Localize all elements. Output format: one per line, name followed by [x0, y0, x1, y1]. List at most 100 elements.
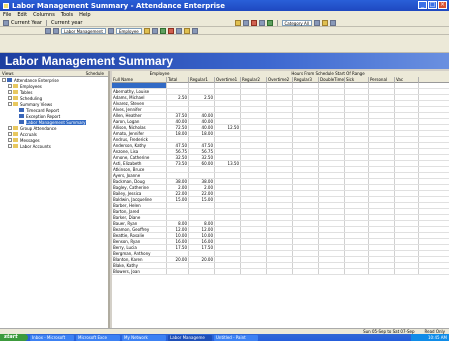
expand-toggle-icon[interactable]	[8, 84, 12, 88]
hours-cell	[293, 125, 319, 130]
menu-help[interactable]: Help	[79, 12, 90, 18]
system-tray-clock: 10:45 AM	[411, 334, 449, 341]
employee-name-cell: Bauer, Ryan	[112, 221, 167, 226]
approve-icon[interactable]	[159, 27, 166, 34]
schedule-icon[interactable]	[151, 27, 158, 34]
hours-cell: 13.50	[215, 161, 241, 166]
hours-cell	[395, 149, 419, 154]
toolbar-separator	[45, 19, 47, 26]
taskbar-item[interactable]: Microsoft Exce	[76, 334, 120, 341]
prev-record-icon[interactable]	[53, 27, 59, 34]
tree-header-dropdown[interactable]: Schedule	[86, 71, 104, 76]
menu-edit[interactable]: Edit	[17, 12, 27, 18]
employee-dropdown[interactable]: Employee	[115, 27, 142, 34]
hours-cell	[241, 95, 267, 100]
search-icon[interactable]	[175, 27, 182, 34]
employee-name-cell: Adams, Michael	[112, 95, 167, 100]
next-record-icon[interactable]	[107, 27, 114, 34]
expand-toggle-icon[interactable]	[8, 138, 12, 142]
expand-toggle-icon[interactable]	[8, 102, 12, 106]
copy-icon[interactable]	[258, 19, 265, 26]
hours-cell	[215, 269, 241, 274]
note-icon[interactable]	[183, 27, 190, 34]
menu-file[interactable]: File	[3, 12, 11, 18]
taskbar-item[interactable]: Untitled - Paint	[214, 334, 258, 341]
sort-icon[interactable]	[322, 19, 329, 26]
taskbar: start Inbox - Microsoft Microsoft Exce M…	[0, 334, 449, 341]
menu-tools[interactable]: Tools	[61, 12, 73, 18]
hours-cell: 47.50	[167, 143, 189, 148]
period-label[interactable]: Current year	[51, 20, 83, 26]
reject-icon[interactable]	[167, 27, 174, 34]
hours-cell	[293, 119, 319, 124]
hours-cell	[267, 89, 293, 94]
folder-icon	[13, 126, 18, 130]
help-icon[interactable]	[330, 19, 337, 26]
expand-toggle-icon[interactable]	[8, 96, 12, 100]
expand-toggle-icon[interactable]	[8, 144, 12, 148]
refresh-icon[interactable]	[266, 19, 273, 26]
view-label[interactable]: Current Year	[11, 20, 42, 26]
print-icon[interactable]	[234, 19, 241, 26]
hours-cell	[215, 203, 241, 208]
calendar-icon[interactable]	[143, 27, 150, 34]
hours-cell	[345, 131, 369, 136]
hours-cell	[395, 131, 419, 136]
hours-cell	[241, 131, 267, 136]
delete-icon[interactable]	[250, 19, 257, 26]
hours-cell	[267, 203, 293, 208]
first-record-icon[interactable]	[45, 27, 51, 34]
hours-cell	[241, 191, 267, 196]
expand-toggle-icon[interactable]	[8, 132, 12, 136]
hours-cell	[267, 161, 293, 166]
maximize-button[interactable]: □	[428, 1, 437, 9]
expand-toggle-icon[interactable]	[2, 78, 6, 82]
close-button[interactable]: ×	[438, 1, 447, 9]
export-icon[interactable]	[191, 27, 198, 34]
filter-icon[interactable]	[314, 19, 321, 26]
hours-cell	[395, 263, 419, 268]
hours-cell: 60.00	[189, 161, 215, 166]
taskbar-item-active[interactable]: Labor Manageme	[168, 334, 212, 341]
expand-toggle-icon[interactable]	[8, 90, 12, 94]
minimize-button[interactable]: _	[418, 1, 427, 9]
app-icon	[3, 2, 9, 9]
tree-item-label: Group Attendance	[20, 125, 57, 131]
hours-cell: 22.00	[167, 191, 189, 196]
taskbar-item[interactable]: Inbox - Microsoft	[30, 334, 74, 341]
hours-cell	[319, 239, 345, 244]
table-row[interactable]: Blowers, Joan	[112, 269, 449, 275]
hours-cell	[293, 113, 319, 118]
hours-cell	[319, 197, 345, 202]
hours-cell	[395, 197, 419, 202]
hours-cell	[395, 185, 419, 190]
hours-cell	[395, 209, 419, 214]
hours-cell	[345, 89, 369, 94]
hours-cell	[241, 143, 267, 148]
hours-cell	[215, 107, 241, 112]
hours-cell: 56.75	[189, 149, 215, 154]
hours-cell	[369, 137, 395, 142]
hours-cell	[345, 251, 369, 256]
taskbar-item[interactable]: My Network	[122, 334, 166, 341]
employee-name-cell: Anzone, Lisa	[112, 149, 167, 154]
category-dropdown[interactable]: Category All	[281, 19, 313, 26]
report-icon	[19, 114, 24, 118]
hours-cell	[293, 263, 319, 268]
back-icon[interactable]	[3, 19, 9, 26]
hours-cell	[345, 215, 369, 220]
hours-cell	[267, 191, 293, 196]
hours-cell	[319, 149, 345, 154]
hours-cell	[267, 179, 293, 184]
hours-cell	[215, 209, 241, 214]
save-icon[interactable]	[242, 19, 249, 26]
employee-name-cell: Benson, Ryan	[112, 239, 167, 244]
tree-item[interactable]: Labor Accounts	[0, 143, 108, 149]
hours-cell	[241, 107, 267, 112]
hours-cell	[215, 197, 241, 202]
hours-cell	[319, 227, 345, 232]
expand-toggle-icon[interactable]	[8, 126, 12, 130]
labor-view-dropdown[interactable]: Labor Management	[61, 27, 106, 34]
start-button[interactable]: start	[0, 334, 28, 341]
menu-columns[interactable]: Columns	[33, 12, 55, 18]
